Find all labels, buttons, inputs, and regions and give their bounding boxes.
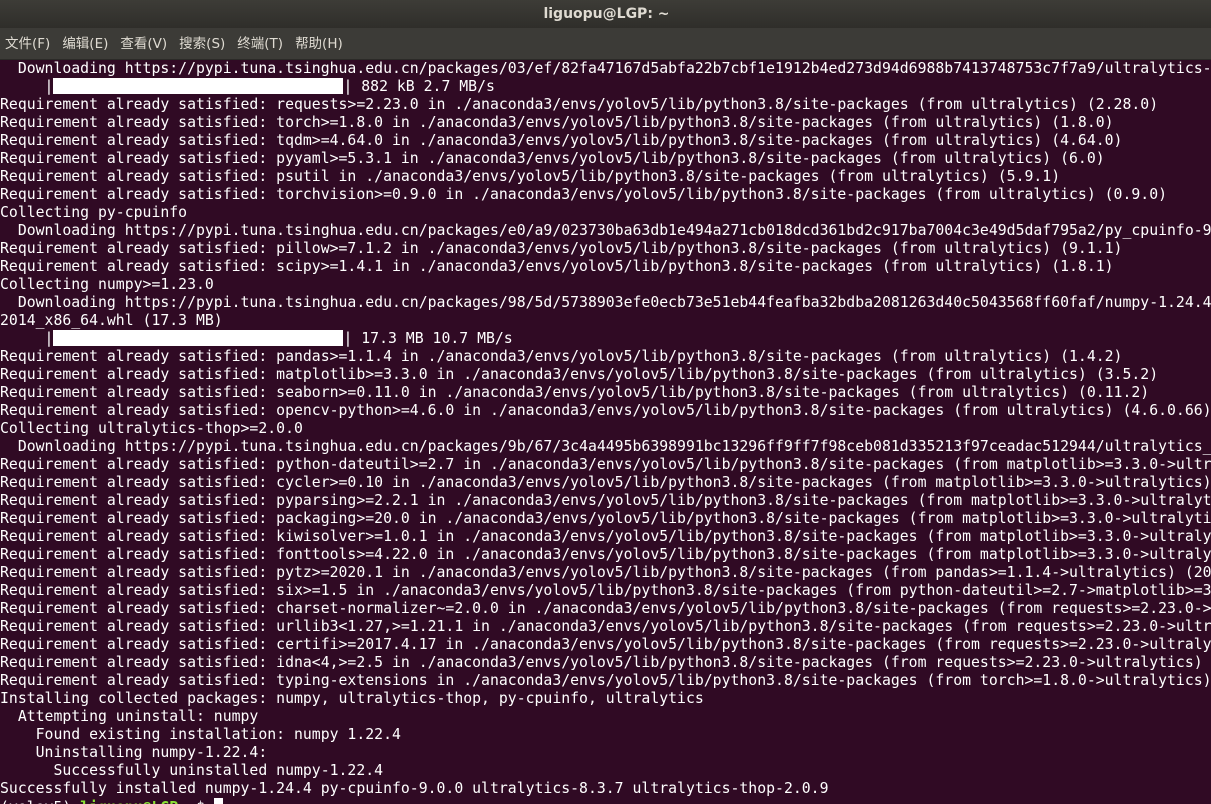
terminal-line: Requirement already satisfied: pyyaml>=5… — [0, 150, 1105, 167]
title-bar[interactable]: liguopu@LGP: ~ — [0, 0, 1211, 28]
terminal-line: Downloading https://pypi.tuna.tsinghua.e… — [17, 294, 1211, 311]
terminal-line: Requirement already satisfied: torch>=1.… — [0, 114, 1114, 131]
terminal-line: Installing collected packages: numpy, ul… — [0, 690, 704, 707]
terminal-line: Requirement already satisfied: idna<4,>=… — [0, 654, 1211, 671]
terminal-line: Requirement already satisfied: tqdm>=4.6… — [0, 132, 1123, 149]
terminal-line: Successfully installed numpy-1.24.4 py-c… — [0, 780, 829, 797]
window-title: liguopu@LGP: ~ — [543, 6, 670, 22]
terminal-line: Attempting uninstall: numpy — [0, 708, 259, 725]
progress-prefix: | — [0, 78, 54, 95]
terminal-line: Collecting numpy>=1.23.0 — [0, 276, 214, 293]
terminal-line: Requirement already satisfied: urllib3<1… — [0, 618, 1211, 635]
terminal-line: Requirement already satisfied: pillow>=7… — [0, 240, 1123, 257]
terminal-line: Requirement already satisfied: certifi>=… — [0, 636, 1211, 653]
terminal-line: Requirement already satisfied: matplotli… — [0, 366, 1159, 383]
terminal-line: Requirement already satisfied: kiwisolve… — [0, 528, 1211, 545]
terminal-line: Requirement already satisfied: pytz>=202… — [0, 564, 1211, 581]
progress-suffix: | 882 kB 2.7 MB/s — [343, 78, 495, 95]
menu-item[interactable]: 帮助(H) — [289, 28, 349, 59]
terminal-line: Requirement already satisfied: packaging… — [0, 510, 1211, 527]
terminal-line: Uninstalling numpy-1.22.4: — [0, 744, 268, 761]
prompt-env: (yolov5) — [0, 799, 80, 804]
terminal-window: liguopu@LGP: ~ 文件(F) 编辑(E) 查看(V) 搜索(S) 终端(T)… — [0, 0, 1211, 804]
terminal-line: Requirement already satisfied: requests>… — [0, 96, 1159, 113]
prompt-user-host: liguopu@LGP — [80, 799, 178, 804]
text-cursor — [213, 798, 223, 804]
terminal-line: Requirement already satisfied: scipy>=1.… — [0, 258, 1114, 275]
prompt-separator: : — [178, 799, 187, 804]
terminal-line: Requirement already satisfied: fonttools… — [0, 546, 1211, 563]
terminal-line: Requirement already satisfied: pyparsing… — [0, 492, 1211, 509]
menu-item[interactable]: 查看(V) — [114, 28, 173, 59]
terminal-line: Collecting ultralytics-thop>=2.0.0 — [0, 420, 303, 437]
menu-bar: 文件(F) 编辑(E) 查看(V) 搜索(S) 终端(T) 帮助(H) — [0, 28, 1211, 60]
terminal-output[interactable]: Downloading https://pypi.tuna.tsinghua.e… — [0, 60, 1211, 804]
terminal-line: Downloading https://pypi.tuna.tsinghua.e… — [17, 60, 1211, 77]
terminal-line: Collecting py-cpuinfo — [0, 204, 188, 221]
terminal-line: Downloading https://pypi.tuna.tsinghua.e… — [17, 222, 1211, 239]
prompt-symbol: $ — [196, 799, 214, 804]
progress-suffix: | 17.3 MB 10.7 MB/s — [343, 330, 513, 347]
terminal-line: 2014_x86_64.whl (17.3 MB) — [0, 312, 223, 329]
menu-item[interactable]: 搜索(S) — [173, 28, 231, 59]
progress-bar — [53, 78, 344, 94]
terminal-line: Requirement already satisfied: python-da… — [0, 456, 1211, 473]
terminal-line: Downloading https://pypi.tuna.tsinghua.e… — [17, 438, 1211, 455]
terminal-line: Requirement already satisfied: torchvisi… — [0, 186, 1168, 203]
terminal-line: Requirement already satisfied: six>=1.5 … — [0, 582, 1211, 599]
download-progress-line: | | 17.3 MB 10.7 MB/s — [0, 330, 1211, 348]
terminal-line: Requirement already satisfied: seaborn>=… — [0, 384, 1150, 401]
terminal-line: Requirement already satisfied: pandas>=1… — [0, 348, 1123, 365]
menu-item[interactable]: 文件(F) — [0, 28, 56, 59]
prompt-path: ~ — [187, 799, 196, 804]
menu-item[interactable]: 终端(T) — [231, 28, 289, 59]
terminal-line: Found existing installation: numpy 1.22.… — [0, 726, 401, 743]
shell-prompt[interactable]: (yolov5) liguopu@LGP:~$ — [0, 798, 1211, 804]
terminal-line: Requirement already satisfied: charset-n… — [0, 600, 1211, 617]
terminal-line: Successfully uninstalled numpy-1.22.4 — [0, 762, 384, 779]
terminal-line: Requirement already satisfied: cycler>=0… — [0, 474, 1211, 491]
terminal-line: Requirement already satisfied: typing-ex… — [0, 672, 1211, 689]
menu-item[interactable]: 编辑(E) — [56, 28, 114, 59]
progress-prefix: | — [0, 330, 54, 347]
terminal-line: Requirement already satisfied: opencv-py… — [0, 402, 1211, 419]
download-progress-line: | | 882 kB 2.7 MB/s — [0, 78, 1211, 96]
progress-bar — [53, 330, 344, 346]
terminal-line: Requirement already satisfied: psutil in… — [0, 168, 1061, 185]
